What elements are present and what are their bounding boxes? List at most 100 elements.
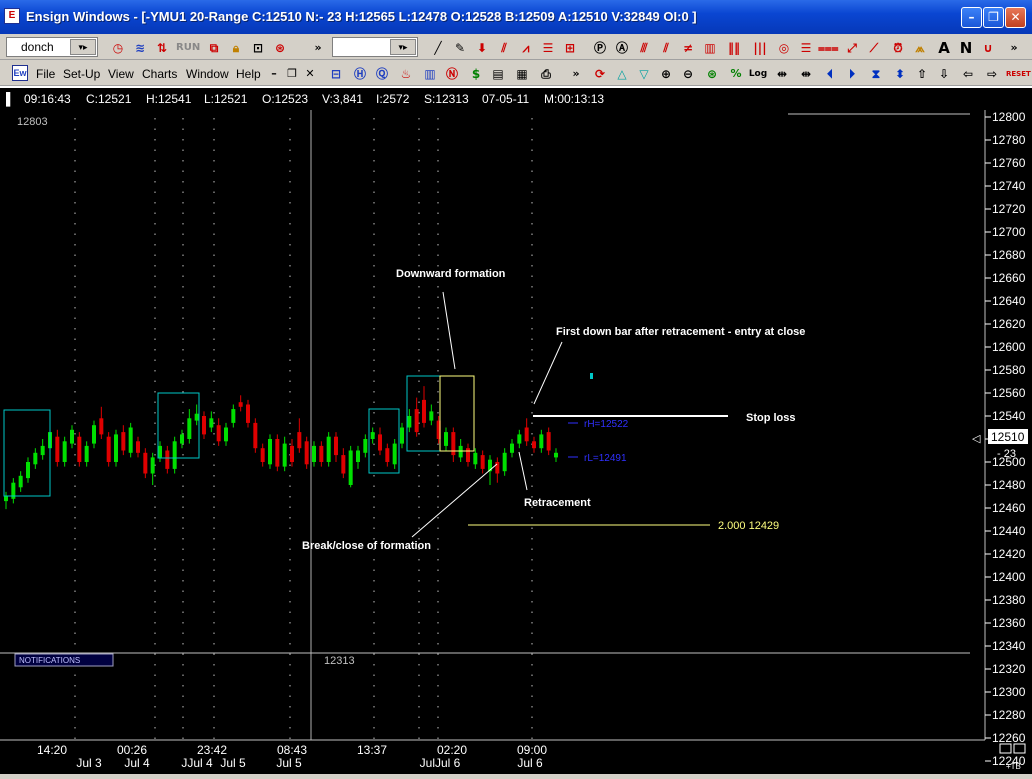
candle-body: [319, 445, 324, 462]
maximize-button[interactable]: ❐: [983, 7, 1004, 28]
triangle-up-icon[interactable]: △: [612, 64, 632, 84]
barchart-icon[interactable]: ▥: [420, 64, 440, 84]
x-date-label: Jul 4: [124, 756, 150, 770]
mdi-restore-button[interactable]: ❐: [282, 64, 302, 84]
ray-icon[interactable]: ⤢: [842, 38, 862, 58]
calendar-icon[interactable]: ▦: [512, 64, 532, 84]
x-date-label: Jul 6: [517, 756, 543, 770]
run-button[interactable]: RUN: [176, 38, 200, 58]
ensign-icon[interactable]: Ew: [12, 65, 28, 81]
channel3-icon[interactable]: ≠: [678, 38, 698, 58]
text-a-icon[interactable]: A: [934, 38, 954, 58]
menu-setup[interactable]: Set-Up: [63, 67, 100, 81]
menu-file[interactable]: File: [36, 67, 55, 81]
candle-body: [224, 427, 228, 442]
mdi-close-button[interactable]: ✕: [300, 64, 320, 84]
mdi-minimize-button[interactable]: –: [264, 64, 284, 84]
rl-label: rL=12491: [584, 453, 627, 464]
more-icon[interactable]: »: [566, 64, 586, 84]
news-icon[interactable]: Ⓝ: [442, 64, 462, 84]
scroll-right-icon[interactable]: ⏵: [842, 64, 862, 84]
alarm-icon[interactable]: ⏰︎: [888, 38, 908, 58]
candle-body: [341, 455, 346, 474]
grid-icon[interactable]: ⊞: [560, 38, 580, 58]
pencil-icon[interactable]: ✎: [450, 38, 470, 58]
fire-icon[interactable]: ♨: [396, 64, 416, 84]
arrow-right-icon[interactable]: ⇨: [982, 64, 1002, 84]
arrow-down-icon[interactable]: ⇩: [934, 64, 954, 84]
menu-window[interactable]: Window: [186, 67, 229, 81]
zoom-in-icon[interactable]: ⊕: [656, 64, 676, 84]
printer-icon[interactable]: ⎙: [536, 64, 556, 84]
channel2-icon[interactable]: ⫽: [656, 38, 676, 58]
trendline-icon[interactable]: ╱: [428, 38, 448, 58]
clock-icon[interactable]: ◷: [108, 38, 128, 58]
arrows-icon[interactable]: ⇅: [152, 38, 172, 58]
menu-charts[interactable]: Charts: [142, 67, 177, 81]
menu-help[interactable]: Help: [236, 67, 261, 81]
study-combo[interactable]: ▾▸: [332, 37, 418, 57]
y-tick-label: 12360: [992, 616, 1026, 630]
compress-h-icon[interactable]: ⇼: [796, 64, 816, 84]
refresh-icon[interactable]: ⟳: [590, 64, 610, 84]
bars-icon[interactable]: ▥: [700, 38, 720, 58]
wave-icon[interactable]: ≋: [130, 38, 150, 58]
percent-icon[interactable]: %: [726, 64, 746, 84]
triangle-down-icon[interactable]: ▽: [634, 64, 654, 84]
cycle-icon[interactable]: ‖‖: [724, 38, 744, 58]
level-icon[interactable]: ☰: [796, 38, 816, 58]
p-icon[interactable]: Ⓟ: [590, 38, 610, 58]
arrow-up-icon[interactable]: ⇧: [912, 64, 932, 84]
layout-icon[interactable]: ⊟: [326, 64, 346, 84]
channel-icon[interactable]: ⫻: [634, 38, 654, 58]
cycle2-icon[interactable]: |||: [750, 38, 770, 58]
wave-up-icon[interactable]: ⩕: [910, 38, 930, 58]
minimize-button[interactable]: –: [961, 7, 982, 28]
candle-body: [502, 452, 507, 472]
text-n-icon[interactable]: N: [956, 38, 976, 58]
level2-icon[interactable]: ⩶: [818, 38, 839, 58]
menu-toolbar: Ew File Set-Up View Charts Window Help –…: [0, 60, 1032, 86]
menu-view[interactable]: View: [108, 67, 134, 81]
a-icon[interactable]: Ⓐ: [612, 38, 632, 58]
expand-h-icon[interactable]: ⇹: [772, 64, 792, 84]
dropdown-icon[interactable]: ▾▸: [70, 39, 96, 55]
zoom-out-icon[interactable]: ⊖: [678, 64, 698, 84]
candle-body: [517, 434, 522, 444]
h-icon[interactable]: Ⓗ: [350, 64, 370, 84]
bars-icon[interactable]: ▤: [488, 64, 508, 84]
zoom-fit-icon[interactable]: ⊛: [702, 64, 722, 84]
candle-body: [143, 452, 148, 474]
scroll-left-icon[interactable]: ⏴: [820, 64, 840, 84]
lock-icon[interactable]: 🔒︎: [226, 38, 246, 58]
price-chart[interactable]: Downward formation First down bar after r…: [0, 110, 1032, 774]
expand-v-icon[interactable]: ⬍: [890, 64, 910, 84]
fan-icon[interactable]: ⫽: [494, 38, 514, 58]
fib-icon[interactable]: ☰: [538, 38, 558, 58]
marker-dash: [590, 373, 593, 379]
link-icon[interactable]: ⧉: [204, 38, 224, 58]
q-icon[interactable]: Ⓠ: [372, 64, 392, 84]
more-icon[interactable]: »: [1004, 38, 1024, 58]
symbol-combo[interactable]: donch ▾▸: [6, 37, 98, 57]
dollar-icon[interactable]: $: [466, 64, 486, 84]
circle-icon[interactable]: ◎: [774, 38, 794, 58]
x-time-label: 13:37: [357, 743, 387, 757]
log-icon[interactable]: Log: [748, 64, 768, 84]
app-icon[interactable]: E: [4, 8, 20, 24]
close-button[interactable]: ✕: [1005, 7, 1026, 28]
y-tick-label: 12280: [992, 708, 1026, 722]
reset-icon[interactable]: RESET: [1006, 64, 1031, 84]
ray2-icon[interactable]: ⟋: [864, 38, 884, 58]
magnet-icon[interactable]: ∪: [978, 38, 998, 58]
dropdown-icon[interactable]: ▾▸: [390, 39, 416, 55]
fan2-icon[interactable]: ⩘: [516, 38, 536, 58]
stop-icon[interactable]: ⊛: [270, 38, 290, 58]
more-icon[interactable]: »: [308, 38, 328, 58]
candle-body: [400, 427, 404, 444]
down-arrow-icon[interactable]: ⬇: [472, 38, 492, 58]
chart-canvas[interactable]: Downward formation First down bar after r…: [0, 110, 1032, 774]
arrow-left-icon[interactable]: ⇦: [958, 64, 978, 84]
lock-open-icon[interactable]: ⊡: [248, 38, 268, 58]
hourglass-icon[interactable]: ⧗: [866, 64, 886, 84]
